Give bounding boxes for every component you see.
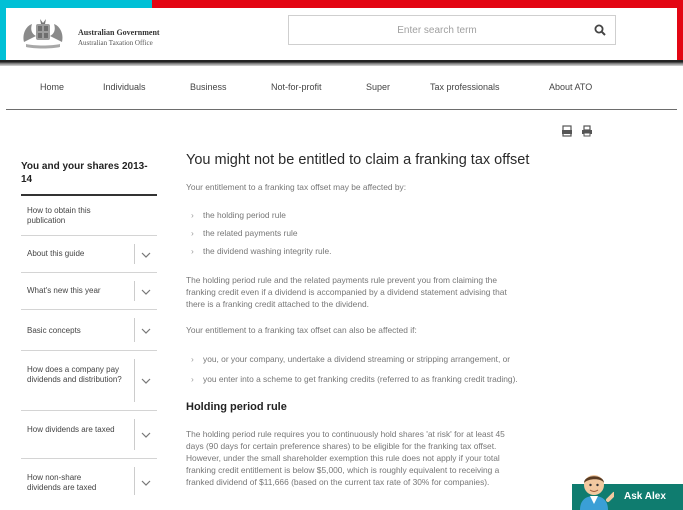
sidebar-item-divider: [134, 467, 135, 495]
top-color-bar: [0, 0, 683, 8]
coat-of-arms-icon: [23, 19, 63, 49]
bullet-holding-period: the holding period rule: [191, 210, 286, 220]
bullet-related-payments: the related payments rule: [191, 228, 297, 238]
para-holding-period-line2: days (90 days for certain preference sha…: [186, 441, 497, 451]
gov-name: Australian Government: [78, 28, 160, 37]
para-entitlement-affected: Your entitlement to a franking tax offse…: [186, 325, 417, 335]
para-holding-related-line2: franking credit even if a dividend is ac…: [186, 287, 507, 297]
sidebar-item-divider: [134, 419, 135, 450]
para-holding-related-line1: The holding period rule and the related …: [186, 275, 497, 285]
nav-super[interactable]: Super: [366, 82, 390, 92]
sidebar-item-non-share-dividends[interactable]: How non-share dividends are taxed: [21, 459, 157, 503]
sidebar-item-label: How non-share dividends are taxed: [27, 473, 97, 492]
sidebar-item-obtain-publication[interactable]: How to obtain this publication: [21, 196, 157, 236]
right-accent: [677, 0, 683, 60]
bullet-scheme: you enter into a scheme to get franking …: [191, 374, 518, 384]
nav-tax-professionals[interactable]: Tax professionals: [430, 82, 500, 92]
sidebar: You and your shares 2013-14 How to obtai…: [21, 160, 157, 503]
site-header: Australian Government Australian Taxatio…: [6, 8, 677, 60]
chevron-down-icon[interactable]: [141, 327, 151, 335]
print-icon[interactable]: [581, 125, 593, 137]
para-holding-period-line1: The holding period rule requires you to …: [186, 429, 505, 439]
sidebar-item-company-pay-dividends[interactable]: How does a company pay dividends and dis…: [21, 351, 157, 411]
chevron-down-icon[interactable]: [141, 288, 151, 296]
sidebar-item-divider: [134, 244, 135, 264]
sidebar-item-dividends-taxed[interactable]: How dividends are taxed: [21, 411, 157, 459]
page-title: You might not be entitled to claim a fra…: [186, 152, 530, 168]
sidebar-item-label: How dividends are taxed: [27, 425, 115, 434]
section-heading-holding-period: Holding period rule: [186, 401, 287, 413]
search-box: [288, 15, 616, 45]
chevron-down-icon[interactable]: [141, 377, 151, 385]
para-holding-period-line4: franking credit entitlement is below $5,…: [186, 465, 500, 475]
sidebar-item-divider: [134, 359, 135, 402]
sidebar-item-label: About this guide: [27, 249, 85, 258]
bullet-dividend-washing: the dividend washing integrity rule.: [191, 246, 331, 256]
para-holding-period-line5: franked dividend of $11,666 (based on th…: [186, 477, 490, 487]
sidebar-item-divider: [134, 318, 135, 342]
page-tools: [561, 125, 593, 137]
virtual-assistant-avatar-icon[interactable]: [574, 466, 614, 510]
ato-logo[interactable]: Australian Government Australian Taxatio…: [20, 18, 170, 54]
nav-individuals[interactable]: Individuals: [103, 82, 146, 92]
nav-about-ato[interactable]: About ATO: [549, 82, 592, 92]
sidebar-item-label: How does a company pay dividends and dis…: [27, 365, 122, 384]
bullet-streaming: you, or your company, undertake a divide…: [191, 354, 510, 364]
search-icon: [594, 24, 606, 36]
sidebar-item-basic-concepts[interactable]: Basic concepts: [21, 310, 157, 351]
nav-not-for-profit[interactable]: Not-for-profit: [271, 82, 322, 92]
sidebar-item-divider: [134, 281, 135, 301]
chevron-down-icon[interactable]: [141, 251, 151, 259]
top-color-bar-cyan: [0, 0, 152, 8]
sidebar-item-about-guide[interactable]: About this guide: [21, 236, 157, 273]
nav-business[interactable]: Business: [190, 82, 227, 92]
search-input[interactable]: [289, 16, 585, 44]
chevron-down-icon[interactable]: [141, 431, 151, 439]
agency-name: Australian Taxation Office: [78, 39, 153, 47]
main-nav: Home Individuals Business Not-for-profit…: [6, 66, 677, 110]
search-button[interactable]: [585, 16, 615, 44]
sidebar-item-label: Basic concepts: [27, 326, 81, 335]
intro-text: Your entitlement to a franking tax offse…: [186, 182, 407, 192]
chevron-down-icon[interactable]: [141, 479, 151, 487]
para-holding-related-line3: there is a franking credit attached to t…: [186, 299, 369, 309]
sidebar-title: You and your shares 2013-14: [21, 160, 157, 196]
ask-alex-label: Ask Alex: [624, 491, 666, 502]
pdf-download-icon[interactable]: [561, 125, 573, 137]
sidebar-item-whats-new[interactable]: What's new this year: [21, 273, 157, 310]
sidebar-item-label: How to obtain this publication: [27, 206, 91, 225]
nav-home[interactable]: Home: [40, 82, 64, 92]
sidebar-item-label: What's new this year: [27, 286, 101, 295]
para-holding-period-line3: However, under the small shareholder exe…: [186, 453, 500, 463]
